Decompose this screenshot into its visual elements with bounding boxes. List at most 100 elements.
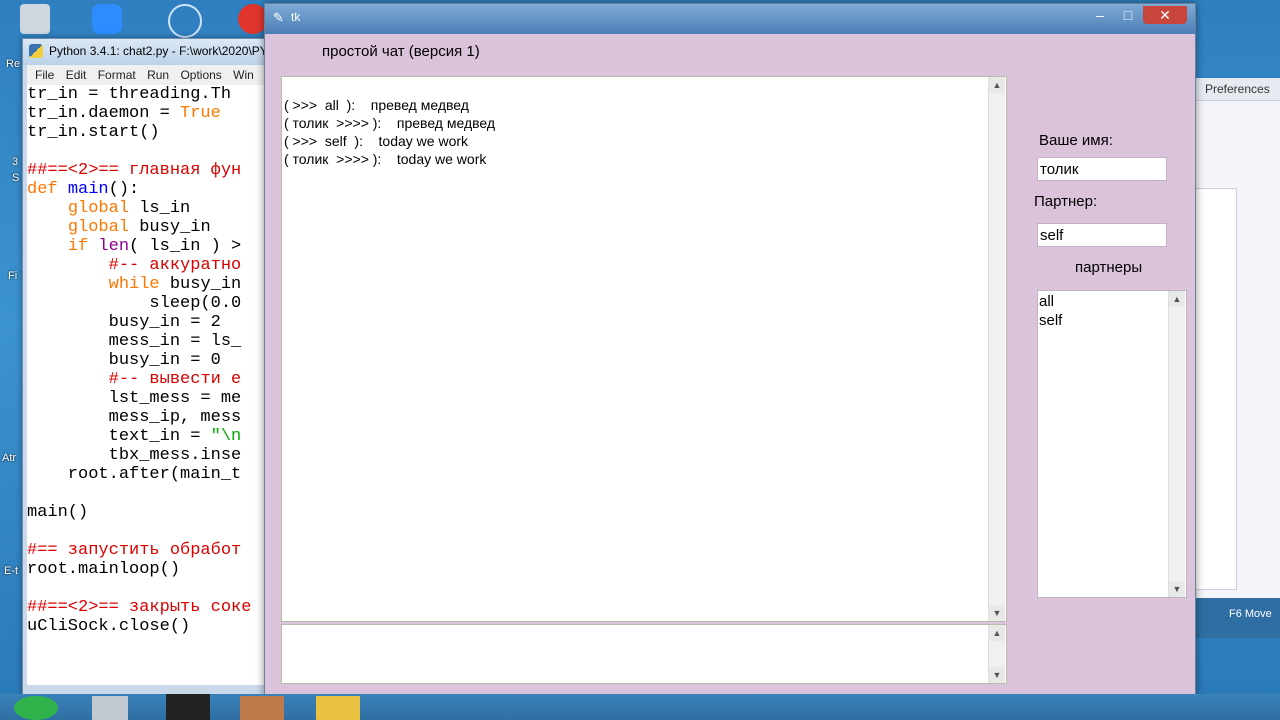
menu-file[interactable]: File [35, 68, 54, 82]
code-token: root.mainloop() [27, 560, 181, 579]
message-line: ( >>> self ): today we work [284, 133, 469, 149]
code-editor[interactable]: tr_in = threading.Th tr_in.daemon = True t… [27, 85, 273, 685]
code-token: mess_in = ls_ [27, 332, 242, 351]
code-line: tr_in.daemon = True [27, 104, 273, 123]
code-line: uCliSock.close() [27, 617, 273, 636]
partners-scrollbar[interactable]: ▲ ▼ [1168, 291, 1185, 597]
code-token: if [67, 237, 99, 256]
code-token: text_in = [27, 427, 211, 446]
app-heading: простой чат (версия 1) [322, 43, 480, 60]
partners-label: партнеры [1075, 259, 1143, 276]
menu-format[interactable]: Format [98, 68, 136, 82]
menu-run[interactable]: Run [147, 68, 169, 82]
recycle-bin-icon[interactable] [20, 4, 50, 34]
menu-edit[interactable]: Edit [66, 68, 87, 82]
code-line: tbx_mess.inse [27, 446, 273, 465]
taskbar-app-icon[interactable] [240, 696, 284, 720]
scroll-down-arrow-icon[interactable]: ▼ [989, 667, 1005, 683]
message-input[interactable]: ▲ ▼ [281, 624, 1007, 684]
partner-list-item[interactable]: self [1039, 312, 1062, 329]
code-token: lst_mess = me [27, 389, 242, 408]
code-line: text_in = "\n [27, 427, 273, 446]
code-token: busy_in [159, 275, 242, 294]
scroll-up-arrow-icon[interactable]: ▲ [1169, 291, 1185, 307]
desktop-label: Fi [8, 270, 18, 282]
maximize-button[interactable]: □ [1115, 6, 1141, 24]
code-line: while busy_in [27, 275, 273, 294]
input-scrollbar[interactable]: ▲ ▼ [988, 625, 1005, 683]
code-line: tr_in = threading.Th [27, 85, 273, 104]
code-token: busy_in = 0 [27, 351, 221, 370]
menu-window[interactable]: Win [233, 68, 254, 82]
code-token: main() [27, 503, 89, 522]
tk-window-title: tk [291, 10, 301, 24]
code-token: busy_in [129, 218, 211, 237]
message-line: ( >>> all ): превед медвед [284, 97, 469, 113]
partner-list-item[interactable]: all [1039, 293, 1054, 310]
scroll-down-arrow-icon[interactable]: ▼ [989, 605, 1005, 621]
tk-client-area: простой чат (версия 1) ( >>> all ): прев… [269, 34, 1191, 694]
minimize-button[interactable]: – [1087, 6, 1113, 24]
code-token: ##==<2>== закрыть соке [27, 598, 252, 617]
code-line: ##==<2>== закрыть соке [27, 598, 273, 617]
code-line: if len( ls_in ) > [27, 237, 273, 256]
messages-scrollbar[interactable]: ▲ ▼ [988, 77, 1005, 621]
code-token: sleep(0.0 [27, 294, 242, 313]
code-line: root.after(main_t [27, 465, 273, 484]
code-token: root.after(main_t [27, 465, 242, 484]
scroll-up-arrow-icon[interactable]: ▲ [989, 77, 1005, 93]
zoom-icon[interactable] [92, 4, 122, 34]
desktop-label: 3 [12, 156, 19, 168]
background-list [1189, 188, 1237, 590]
code-token: mess_ip, mess [27, 408, 242, 427]
idle-titlebar[interactable]: Python 3.4.1: chat2.py - F:\work\2020\PY [23, 39, 273, 65]
desktop-label: Re [6, 58, 21, 70]
code-token: "\n [210, 427, 242, 446]
tk-titlebar[interactable]: ✎ tk – □ ✕ [265, 4, 1195, 34]
python-icon [29, 44, 43, 58]
code-line: def main(): [27, 180, 273, 199]
scroll-down-arrow-icon[interactable]: ▼ [1169, 581, 1185, 597]
atom-icon[interactable] [168, 4, 202, 38]
desktop-label: E-t [4, 565, 19, 577]
taskbar-app-icon[interactable] [166, 694, 210, 720]
code-token: tbx_mess.inse [27, 446, 242, 465]
close-button[interactable]: ✕ [1143, 6, 1187, 24]
code-line: sleep(0.0 [27, 294, 273, 313]
partner-field[interactable]: self [1037, 223, 1167, 247]
scroll-up-arrow-icon[interactable]: ▲ [989, 625, 1005, 641]
code-token: ( ls_in ) > [129, 237, 242, 256]
message-line: ( толик >>>> ): превед медвед [284, 115, 496, 131]
name-field[interactable]: толик [1037, 157, 1167, 181]
code-token: len [98, 237, 130, 256]
idle-window-title: Python 3.4.1: chat2.py - F:\work\2020\PY [49, 44, 268, 58]
feather-icon: ✎ [273, 10, 284, 25]
taskbar-app-icon[interactable] [316, 696, 360, 720]
code-token: ##==<2>== главная фун [27, 161, 242, 180]
code-token: #-- аккуратно [108, 256, 242, 275]
taskbar-app-icon[interactable] [14, 696, 58, 720]
code-line: lst_mess = me [27, 389, 273, 408]
tk-chat-window: ✎ tk – □ ✕ простой чат (версия 1) ( >>> … [264, 3, 1196, 699]
preferences-tab[interactable]: Preferences [1189, 78, 1280, 101]
code-token: tr_in = threading.Th [27, 85, 232, 104]
code-token: #-- вывести е [108, 370, 242, 389]
name-label: Ваше имя: [1039, 132, 1113, 149]
messages-textbox[interactable]: ( >>> all ): превед медвед ( толик >>>> … [281, 76, 1007, 622]
code-line: #-- аккуратно [27, 256, 273, 275]
menu-options[interactable]: Options [180, 68, 221, 82]
f6-move-label: F6 Move [1229, 608, 1272, 620]
code-line: busy_in = 0 [27, 351, 273, 370]
taskbar-app-icon[interactable] [92, 696, 128, 720]
code-line: #-- вывести е [27, 370, 273, 389]
desktop-label: S [12, 172, 20, 184]
partners-listbox[interactable]: all self ▲ ▼ [1037, 290, 1187, 598]
